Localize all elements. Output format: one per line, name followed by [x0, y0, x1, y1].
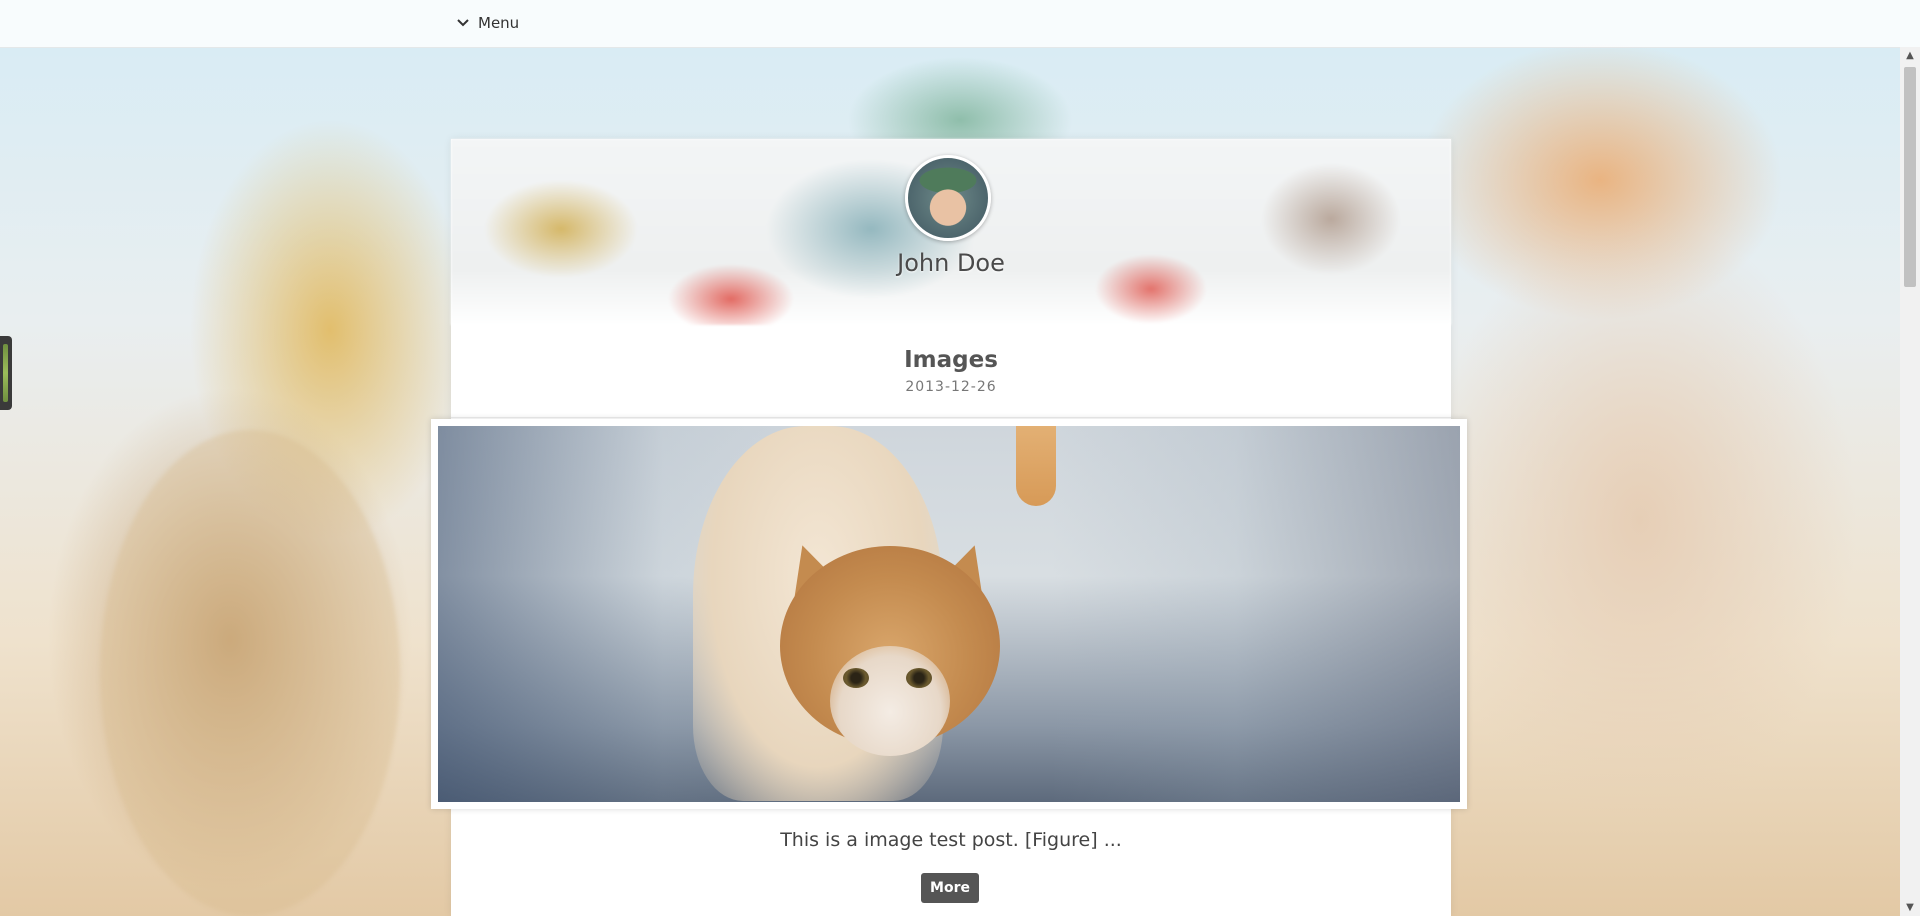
- side-widget-tab[interactable]: [0, 336, 12, 410]
- post-image-frame: [431, 419, 1467, 809]
- post-image-cat[interactable]: [438, 426, 1460, 802]
- scroll-up-icon[interactable]: ▲: [1900, 47, 1920, 64]
- background-illustration: [100, 430, 400, 916]
- scrollbar-thumb[interactable]: [1904, 67, 1916, 287]
- menu-label: Menu: [478, 14, 520, 32]
- cat-tail: [1016, 426, 1056, 506]
- chevron-down-icon: [457, 19, 469, 27]
- divider: [451, 417, 1451, 418]
- post-title[interactable]: Images: [451, 347, 1451, 373]
- post-date: 2013-12-26: [905, 379, 997, 395]
- top-bar: Menu: [0, 0, 1920, 48]
- post-excerpt: This is a image test post. [Figure] ...: [780, 829, 1122, 851]
- cat-face: [830, 646, 950, 756]
- cat-eye-left: [843, 668, 869, 688]
- scroll-down-icon[interactable]: ▼: [1900, 899, 1920, 916]
- menu-toggle[interactable]: Menu: [456, 11, 519, 35]
- scrollbar[interactable]: ▲ ▼: [1900, 47, 1920, 916]
- cat-eye-right: [906, 668, 932, 688]
- avatar[interactable]: [905, 155, 991, 241]
- author-name: John Doe: [897, 249, 1005, 277]
- more-button[interactable]: More: [921, 873, 979, 903]
